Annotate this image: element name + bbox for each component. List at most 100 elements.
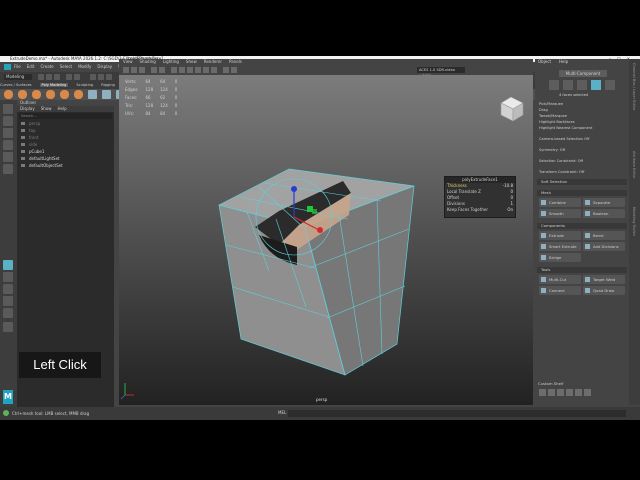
select-tool-icon[interactable]	[3, 104, 13, 114]
viewport-menu-show[interactable]: Show	[186, 59, 197, 64]
custom-shelf-tool-icon[interactable]	[539, 389, 546, 396]
connect-button[interactable]: Connect	[539, 286, 581, 295]
custom-shelf-tool-icon[interactable]	[548, 389, 555, 396]
menu-item-edit[interactable]: Edit	[27, 64, 35, 69]
combine-button[interactable]: Combine	[539, 198, 581, 207]
image-plane-icon[interactable]	[151, 67, 157, 73]
viewport-menu-view[interactable]: View	[123, 59, 133, 64]
custom-shelf-tool-icon[interactable]	[584, 389, 591, 396]
outliner-item[interactable]: persp	[17, 120, 114, 127]
smart-extrude-button[interactable]: Smart Extrude	[539, 242, 581, 251]
shadows-icon[interactable]	[211, 67, 217, 73]
viewport-menu-renderer[interactable]: Renderer	[204, 59, 222, 64]
redo-icon[interactable]	[74, 74, 80, 80]
mode-dropdown[interactable]: Modeling	[4, 74, 32, 80]
menu-item-create[interactable]: Create	[40, 64, 53, 69]
option-highlight-backfaces[interactable]: Highlight Backfaces	[539, 120, 575, 124]
lights-icon[interactable]	[203, 67, 209, 73]
option-pick-marquee[interactable]: Pick/Marquee	[539, 102, 563, 106]
outliner-item[interactable]: front	[17, 134, 114, 141]
tab-modeling-toolkit[interactable]: Modeling Toolkit	[632, 207, 636, 236]
menu-item-file[interactable]: File	[14, 64, 21, 69]
separate-button[interactable]: Separate	[583, 198, 625, 207]
boolean-button[interactable]: Boolean	[583, 209, 625, 218]
zoom-icon[interactable]	[3, 322, 13, 332]
shelf-tool-icon[interactable]	[102, 90, 111, 99]
bevel-button[interactable]: Bevel	[583, 231, 625, 240]
section-tools[interactable]: Tools	[537, 267, 627, 273]
edge-mode-icon[interactable]	[577, 80, 587, 90]
menu-item-modify[interactable]: Modify	[78, 64, 91, 69]
textured-icon[interactable]	[195, 67, 201, 73]
outliner-menu-help[interactable]: Help	[58, 106, 67, 111]
rotate-tool-icon[interactable]	[3, 152, 13, 162]
face-mode-icon[interactable]	[591, 80, 601, 90]
outliner-menu-show[interactable]: Show	[41, 106, 52, 111]
four-view-icon[interactable]	[3, 272, 13, 282]
camera-icon[interactable]	[123, 67, 129, 73]
outliner-menu-display[interactable]: Display	[20, 106, 35, 111]
select-component-icon[interactable]	[106, 74, 112, 80]
isolate-icon[interactable]	[231, 67, 237, 73]
symmetry-setting[interactable]: Symmetry: Off	[539, 148, 565, 152]
multi-cut-button[interactable]: Multi-Cut	[539, 275, 581, 284]
smooth-button[interactable]: Smooth	[539, 209, 581, 218]
shelf-tool-icon[interactable]	[60, 90, 69, 99]
outliner-layout-icon[interactable]	[3, 284, 13, 294]
viewport-menu-panels[interactable]: Panels	[229, 59, 242, 64]
select-hierarchy-icon[interactable]	[90, 74, 96, 80]
save-scene-icon[interactable]	[54, 74, 60, 80]
new-scene-icon[interactable]	[38, 74, 44, 80]
shelf-tab-poly-modeling[interactable]: Poly Modeling	[39, 83, 69, 87]
bridge-button[interactable]: Bridge	[539, 253, 581, 262]
section-soft-selection[interactable]: Soft Selection	[537, 179, 627, 185]
view-cube-icon[interactable]	[500, 96, 524, 122]
shelf-tool-icon[interactable]	[32, 90, 41, 99]
tab-channel-box[interactable]: Channel Box / Layer Editor	[632, 63, 636, 111]
mel-label[interactable]: MEL	[278, 410, 286, 415]
shelf-tool-icon[interactable]	[18, 90, 27, 99]
outliner-search-input[interactable]: Search...	[19, 113, 112, 119]
extrude-button[interactable]: Extrude	[539, 231, 581, 240]
shelf-tool-icon[interactable]	[74, 90, 83, 99]
vertex-mode-icon[interactable]	[563, 80, 573, 90]
section-components[interactable]: Components	[537, 223, 627, 229]
custom-shelf-tool-icon[interactable]	[566, 389, 573, 396]
wireframe-icon[interactable]	[171, 67, 177, 73]
option-highlight-nearest[interactable]: Highlight Nearest Component	[539, 126, 592, 130]
option-drag[interactable]: Drag	[539, 108, 548, 112]
mt-tab-help[interactable]: Help	[559, 59, 568, 64]
grid-icon[interactable]	[159, 67, 165, 73]
command-line-input[interactable]	[288, 410, 626, 417]
cube-mesh[interactable]	[120, 168, 415, 400]
move-tool-icon[interactable]	[3, 140, 13, 150]
target-weld-button[interactable]: Target Weld	[583, 275, 625, 284]
viewport-menu-shading[interactable]: Shading	[140, 59, 156, 64]
open-scene-icon[interactable]	[46, 74, 52, 80]
single-view-icon[interactable]	[3, 260, 13, 270]
lock-camera-icon[interactable]	[131, 67, 137, 73]
object-mode-icon[interactable]	[549, 80, 559, 90]
shelf-tab-curves-surfaces[interactable]: Curves / Surfaces	[0, 83, 32, 87]
quad-draw-button[interactable]: Quad Draw	[583, 286, 625, 295]
colorspace-dropdown[interactable]: ACES 1.0 SDR-video (sRGB)	[417, 67, 465, 78]
lasso-tool-icon[interactable]	[3, 116, 13, 126]
layout-icon[interactable]	[3, 308, 13, 318]
select-object-icon[interactable]	[98, 74, 104, 80]
outliner-item[interactable]: defaultLightSet	[17, 155, 114, 162]
tab-attribute-editor[interactable]: Attribute Editor	[632, 151, 636, 179]
undo-icon[interactable]	[66, 74, 72, 80]
wireframe-on-shaded-icon[interactable]	[187, 67, 193, 73]
menu-item-select[interactable]: Select	[60, 64, 72, 69]
menu-item-display[interactable]: Display	[97, 64, 112, 69]
smooth-shade-icon[interactable]	[179, 67, 185, 73]
camera-based-selection[interactable]: Camera-based Selection Off	[539, 137, 589, 141]
outliner-item[interactable]: side	[17, 141, 114, 148]
shelf-tool-icon[interactable]	[88, 90, 97, 99]
outliner-item[interactable]: defaultObjectSet	[17, 162, 114, 169]
extrude-attribute-row[interactable]: Keep Faces Together On	[445, 207, 515, 213]
extrude-attribute-value[interactable]: On	[507, 207, 513, 213]
mt-tab-object[interactable]: Object	[538, 59, 551, 64]
transform-constraint[interactable]: Transform Constraint: Off	[539, 170, 584, 174]
custom-shelf-tool-icon[interactable]	[575, 389, 582, 396]
